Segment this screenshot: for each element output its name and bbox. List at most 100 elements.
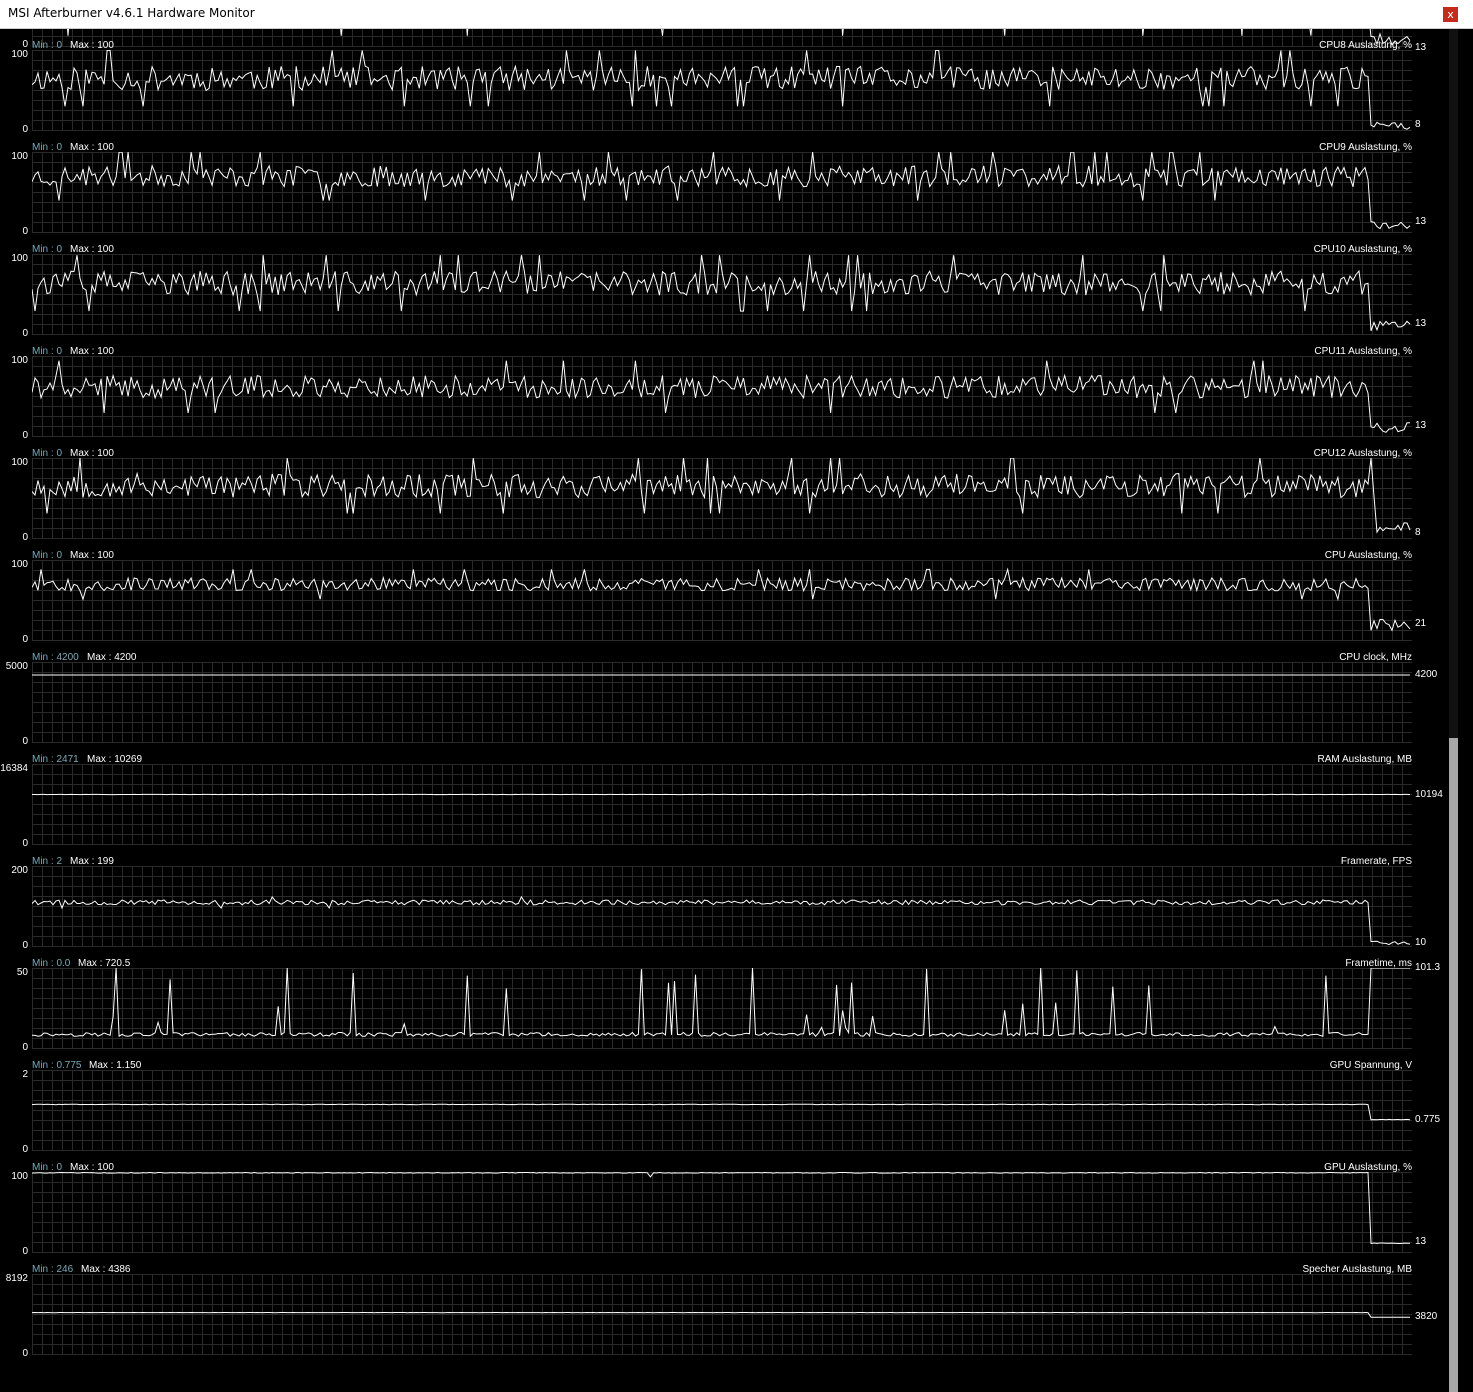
- axis-top-label: 100: [11, 253, 28, 264]
- grid: [32, 1274, 1412, 1355]
- axis-top-label: 100: [11, 151, 28, 162]
- current-value: 13: [1415, 216, 1427, 228]
- grid-lines: [32, 1070, 1412, 1151]
- current-value: 3820: [1415, 1311, 1438, 1323]
- axis-bottom-label: 0: [22, 328, 28, 339]
- graph-panel-ram-auslastung-mb[interactable]: Min : 2471 Max : 10269 RAM Auslastung, MB 1…: [0, 754, 1445, 856]
- graph-panel-framerate-fps[interactable]: Min : 2 Max : 199 Framerate, FPS 200 0 10: [0, 856, 1445, 958]
- grid-lines: [32, 356, 1412, 437]
- axis-bottom-label: 0: [22, 1246, 28, 1257]
- graph-plot-framerate-fps: [32, 866, 1412, 947]
- axis-top-label: 8192: [5, 1273, 28, 1284]
- grid: [32, 764, 1412, 845]
- current-value: 21: [1415, 617, 1427, 629]
- current-value: 10194: [1415, 788, 1443, 800]
- grid-lines: [32, 764, 1412, 845]
- grid-lines: [32, 662, 1412, 743]
- cpu12-auslastung-line: [32, 458, 1411, 534]
- current-value: 13: [1415, 1236, 1427, 1248]
- axis-bottom-label: 0: [22, 430, 28, 441]
- graph-panel-gpu-auslastung[interactable]: Min : 0 Max : 100 GPU Auslastung, % 100 0 13: [0, 1162, 1445, 1264]
- graph-plot-cpu11-auslastung: [32, 356, 1412, 437]
- grid: [32, 1172, 1412, 1253]
- axis-top-label: 100: [11, 49, 28, 60]
- graph-plot-frametime-ms: [32, 968, 1412, 1049]
- current-value: 4200: [1415, 668, 1438, 680]
- axis-bottom-label: 0: [22, 1348, 28, 1359]
- graph-plot-cpu8-auslastung: [32, 50, 1412, 131]
- axis-top-label: 100: [11, 1171, 28, 1182]
- axis-bottom-label: 0: [22, 124, 28, 135]
- graph-panel-cpu8-auslastung[interactable]: Min : 0 Max : 100 CPU8 Auslastung, % 100 0 8: [0, 40, 1445, 142]
- axis-top-label: 100: [11, 559, 28, 570]
- axis-top-label: 16384: [0, 763, 28, 774]
- current-value: 13: [1415, 318, 1427, 330]
- axis-top-label: 2: [22, 1069, 28, 1080]
- current-value: 13: [1415, 420, 1427, 432]
- grid-lines: [32, 968, 1412, 1049]
- current-value: 8: [1415, 118, 1421, 130]
- current-value: 0.775: [1415, 1113, 1441, 1125]
- axis-top-label: 100: [11, 457, 28, 468]
- grid-lines: [32, 254, 1412, 335]
- graph-panel-cpu-auslastung[interactable]: Min : 0 Max : 100 CPU Auslastung, % 100 0 21: [0, 550, 1445, 652]
- graph-panel-specher-auslastung-mb[interactable]: Min : 246 Max : 4386 Specher Auslastung, M…: [0, 1264, 1445, 1366]
- graph-plot-cpu12-auslastung: [32, 458, 1412, 539]
- current-value: 10: [1415, 936, 1427, 948]
- graph-plot-specher-auslastung-mb: [32, 1274, 1412, 1355]
- graph-panel-cpu12-auslastung[interactable]: Min : 0 Max : 100 CPU12 Auslastung, % 100 0 8: [0, 448, 1445, 550]
- grid-lines: [32, 152, 1412, 233]
- close-button[interactable]: x: [1442, 6, 1459, 23]
- grid-lines: [32, 866, 1412, 947]
- graph-plot-ram-auslastung-mb: [32, 764, 1412, 845]
- grid-lines: [32, 560, 1412, 641]
- graph-plot-cpu10-auslastung: [32, 254, 1412, 335]
- axis-bottom-label: 0: [22, 940, 28, 951]
- axis-top-label: 5000: [5, 661, 28, 672]
- grid-lines: [32, 1172, 1412, 1253]
- grid: [32, 662, 1412, 743]
- axis-top-label: 50: [16, 967, 28, 978]
- graph-plot-cpu-clock-mhz: [32, 662, 1412, 743]
- graph-panel-cpu10-auslastung[interactable]: Min : 0 Max : 100 CPU10 Auslastung, % 100 0 1…: [0, 244, 1445, 346]
- axis-top-label: 100: [11, 355, 28, 366]
- axis-bottom-label: 0: [22, 634, 28, 645]
- framerate-fps-line: [32, 895, 1411, 946]
- axis-bottom-label: 0: [22, 1144, 28, 1155]
- graph-area[interactable]: 0 13 Min : 0 Max : 100 CPU8 Auslastung, % 1…: [0, 29, 1445, 1392]
- grid: [32, 152, 1412, 233]
- grid: [32, 968, 1412, 1049]
- cpu9-auslastung-line: [32, 152, 1411, 230]
- graph-panel-frametime-ms[interactable]: Min : 0.0 Max : 720.5 Frametime, ms 50 0 101.…: [0, 958, 1445, 1060]
- cpu-auslastung-line: [32, 567, 1411, 632]
- axis-bottom-label: 0: [22, 226, 28, 237]
- grid-lines: [32, 1274, 1412, 1355]
- grid: [32, 560, 1412, 641]
- grid: [32, 254, 1412, 335]
- graph-panel-cpu9-auslastung[interactable]: Min : 0 Max : 100 CPU9 Auslastung, % 100 0 13: [0, 142, 1445, 244]
- scrollbar-thumb[interactable]: [1449, 737, 1458, 1392]
- graph-panel-cpu11-auslastung[interactable]: Min : 0 Max : 100 CPU11 Auslastung, % 100 0 1…: [0, 346, 1445, 448]
- graph-plot-gpu-spannung-v: [32, 1070, 1412, 1151]
- axis-bottom-label: 0: [22, 532, 28, 543]
- cpu10-auslastung-line: [32, 255, 1411, 332]
- axis-top-label: 200: [11, 865, 28, 876]
- axis-bottom-label: 0: [22, 736, 28, 747]
- graph-plot-gpu-auslastung: [32, 1172, 1412, 1253]
- title-bar: MSI Afterburner v4.6.1 Hardware Monitor …: [0, 0, 1473, 29]
- grid: [32, 458, 1412, 539]
- axis-bottom-label: 0: [22, 838, 28, 849]
- gpu-spannung-v-line: [32, 1103, 1411, 1121]
- graph-panel-cpu-clock-mhz[interactable]: Min : 4200 Max : 4200 CPU clock, MHz 5000 0 4…: [0, 652, 1445, 754]
- graph-plot-cpu9-auslastung: [32, 152, 1412, 233]
- graph-plot-cpu-auslastung: [32, 560, 1412, 641]
- cpu8-auslastung-line: [32, 50, 1411, 130]
- grid: [32, 1070, 1412, 1151]
- grid-lines: [32, 458, 1412, 539]
- window-title: MSI Afterburner v4.6.1 Hardware Monitor: [8, 6, 255, 20]
- scrollbar[interactable]: [1445, 29, 1473, 1392]
- axis-bottom-label: 0: [22, 1042, 28, 1053]
- grid: [32, 866, 1412, 947]
- grid: [32, 356, 1412, 437]
- graph-panel-gpu-spannung-v[interactable]: Min : 0.775 Max : 1.150 GPU Spannung, V200…: [0, 1060, 1445, 1162]
